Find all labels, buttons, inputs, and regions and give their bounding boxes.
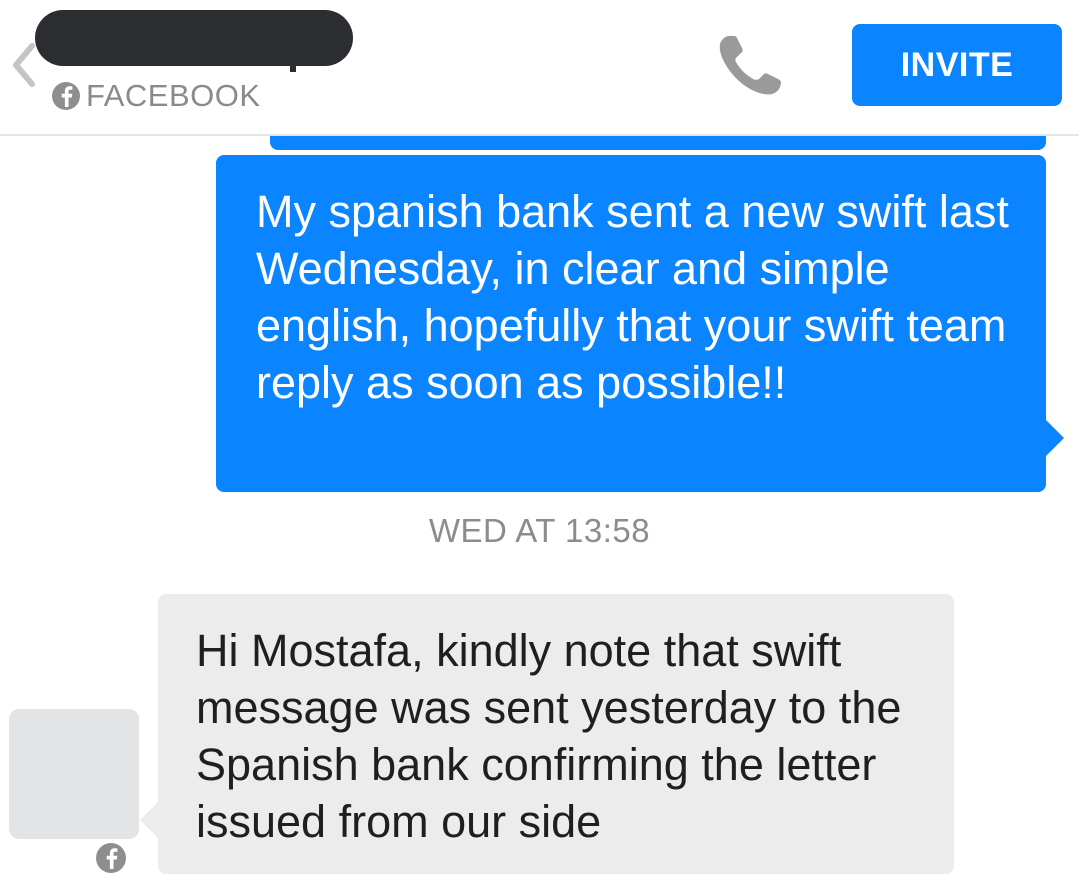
facebook-badge-icon	[96, 843, 126, 873]
conversation-header: FACEBOOK INVITE	[0, 0, 1079, 136]
invite-button[interactable]: INVITE	[852, 24, 1062, 106]
message-timestamp: WED AT 13:58	[428, 512, 651, 549]
chevron-left-icon[interactable]	[8, 40, 38, 90]
outgoing-message-text: My spanish bank sent a new swift last We…	[256, 186, 1009, 408]
contact-name-redacted	[35, 10, 353, 66]
source-label: FACEBOOK	[86, 78, 261, 113]
avatar[interactable]	[9, 709, 139, 839]
outgoing-bubble-tail	[1044, 418, 1064, 458]
facebook-icon	[52, 82, 80, 110]
contact-source: FACEBOOK	[52, 76, 261, 116]
outgoing-message-bubble[interactable]: My spanish bank sent a new swift last We…	[216, 155, 1046, 492]
contact-name-redaction-mark	[290, 58, 296, 72]
incoming-message-bubble[interactable]: Hi Mostafa, kindly note that swift messa…	[158, 594, 954, 874]
messenger-screen: FACEBOOK INVITE My spanish bank sent a n…	[0, 0, 1079, 889]
incoming-bubble-tail	[140, 800, 160, 840]
phone-icon[interactable]	[715, 32, 785, 98]
incoming-message-text: Hi Mostafa, kindly note that swift messa…	[196, 625, 902, 847]
previous-message-bubble	[270, 136, 1046, 150]
